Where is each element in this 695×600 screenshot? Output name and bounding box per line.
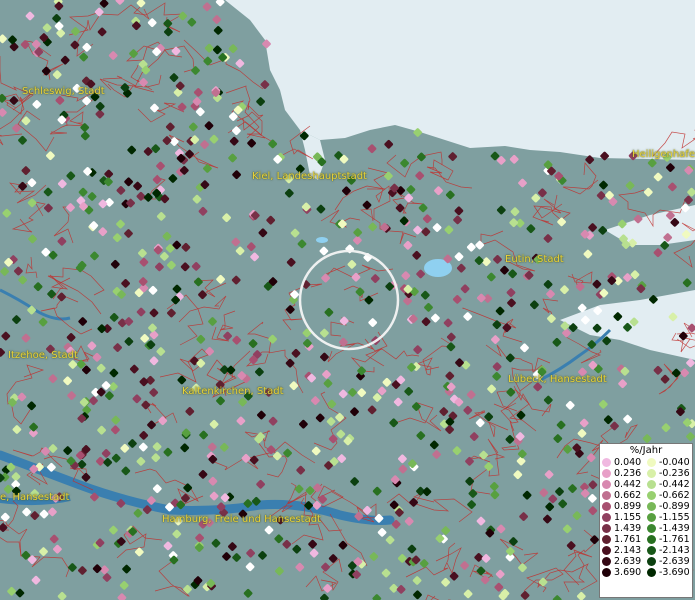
legend-swatch: [602, 491, 611, 500]
legend: %/Jahr 0.040 -0.040 0.236 -0.236 0.442 -0.442…: [599, 443, 693, 598]
map-view[interactable]: Schleswig, Stadt Kiel, Landeshauptstadt …: [0, 0, 695, 600]
legend-swatch: [647, 568, 656, 577]
legend-item-rise: 0.040: [602, 457, 645, 468]
legend-item-fall: -0.040: [647, 457, 690, 468]
legend-item-fall: -2.143: [647, 545, 690, 556]
legend-item-fall: -0.236: [647, 468, 690, 479]
legend-label: -0.236: [659, 468, 690, 479]
legend-label: -0.040: [659, 457, 690, 468]
legend-swatch: [647, 469, 656, 478]
legend-entries: 0.040 -0.040 0.236 -0.236 0.442 -0.442 0.662 -0…: [600, 457, 692, 578]
legend-label: -3.690: [659, 567, 690, 578]
city-label[interactable]: Eutin, Stadt: [505, 254, 564, 265]
legend-label: 3.690: [614, 567, 642, 578]
legend-swatch: [602, 535, 611, 544]
city-label[interactable]: Heiligenhafen: [632, 149, 695, 160]
legend-item-rise: 0.662: [602, 490, 645, 501]
legend-swatch: [602, 513, 611, 522]
legend-label: -0.662: [659, 490, 690, 501]
city-label[interactable]: e, Hansestadt: [0, 492, 69, 503]
legend-label: 0.662: [614, 490, 642, 501]
legend-label: 1.439: [614, 523, 642, 534]
city-label[interactable]: Kaltenkirchen, Stadt: [182, 386, 284, 397]
legend-swatch: [647, 535, 656, 544]
legend-label: -2.143: [659, 545, 690, 556]
city-label[interactable]: Schleswig, Stadt: [22, 86, 105, 97]
legend-item-rise: 1.439: [602, 523, 645, 534]
legend-label: -2.639: [659, 556, 690, 567]
legend-label: 1.761: [614, 534, 642, 545]
legend-label: -0.442: [659, 479, 690, 490]
legend-item-fall: -1.155: [647, 512, 690, 523]
legend-item-rise: 1.155: [602, 512, 645, 523]
legend-label: 0.899: [614, 501, 642, 512]
legend-item-rise: 2.639: [602, 556, 645, 567]
legend-item-rise: 2.143: [602, 545, 645, 556]
legend-item-fall: -1.439: [647, 523, 690, 534]
city-label[interactable]: Kiel, Landeshauptstadt: [252, 171, 367, 182]
legend-title: %/Jahr: [629, 445, 663, 456]
legend-swatch: [647, 502, 656, 511]
city-label[interactable]: Hamburg, Freie und Hansestadt: [162, 514, 321, 525]
legend-swatch: [602, 480, 611, 489]
legend-label: 2.143: [614, 545, 642, 556]
city-label[interactable]: Lübeck, Hansestadt: [508, 374, 607, 385]
legend-label: -1.155: [659, 512, 690, 523]
legend-swatch: [602, 469, 611, 478]
legend-label: 2.639: [614, 556, 642, 567]
legend-item-rise: 0.899: [602, 501, 645, 512]
legend-item-fall: -0.442: [647, 479, 690, 490]
legend-label: 0.442: [614, 479, 642, 490]
legend-label: 1.155: [614, 512, 642, 523]
legend-item-fall: -3.690: [647, 567, 690, 578]
legend-item-rise: 3.690: [602, 567, 645, 578]
legend-swatch: [647, 491, 656, 500]
legend-swatch: [602, 524, 611, 533]
legend-item-rise: 0.442: [602, 479, 645, 490]
legend-swatch: [647, 557, 656, 566]
legend-swatch: [647, 513, 656, 522]
small-lake: [316, 237, 328, 243]
legend-swatch: [602, 502, 611, 511]
legend-swatch: [602, 557, 611, 566]
legend-label: -1.439: [659, 523, 690, 534]
legend-swatch: [602, 568, 611, 577]
legend-item-fall: -0.662: [647, 490, 690, 501]
legend-item-fall: -1.761: [647, 534, 690, 545]
legend-swatch: [647, 546, 656, 555]
legend-swatch: [602, 546, 611, 555]
legend-item-fall: -0.899: [647, 501, 690, 512]
legend-swatch: [602, 458, 611, 467]
legend-swatch: [647, 480, 656, 489]
legend-label: 0.236: [614, 468, 642, 479]
legend-label: 0.040: [614, 457, 642, 468]
legend-item-fall: -2.639: [647, 556, 690, 567]
legend-label: -1.761: [659, 534, 690, 545]
legend-item-rise: 1.761: [602, 534, 645, 545]
legend-swatch: [647, 458, 656, 467]
legend-item-rise: 0.236: [602, 468, 645, 479]
legend-swatch: [647, 524, 656, 533]
city-label[interactable]: Itzehoe, Stadt: [8, 350, 78, 361]
legend-label: -0.899: [659, 501, 690, 512]
